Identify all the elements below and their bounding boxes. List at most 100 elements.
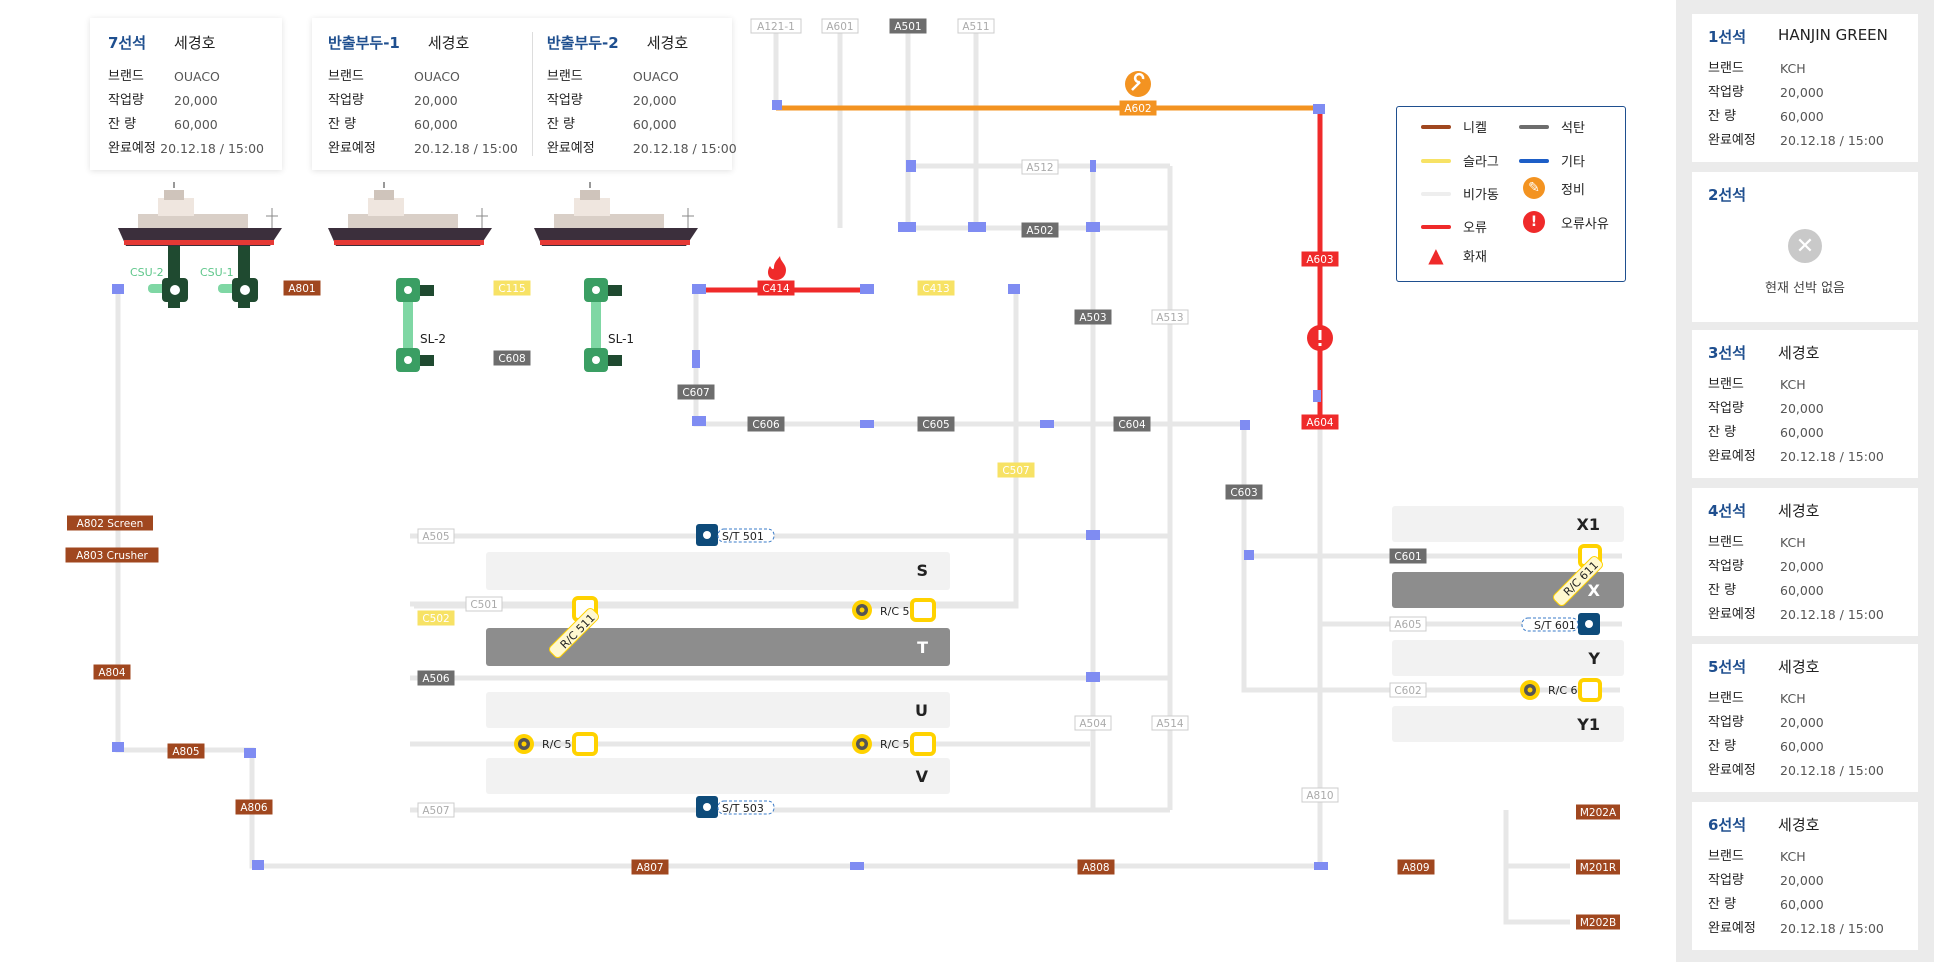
stacker-st601[interactable]: S/T 601 xyxy=(1521,613,1600,635)
conveyor-tag-a602[interactable]: A602 xyxy=(1119,100,1157,116)
conveyor-tag-a802[interactable]: A802 Screen xyxy=(67,515,153,531)
yard-t-label: T xyxy=(917,638,928,657)
legend-label: 정비 xyxy=(1561,182,1585,198)
conveyor-tag-a513[interactable]: A513 xyxy=(1151,309,1189,325)
label: 완료예정 xyxy=(328,141,376,156)
conveyor-tag-a502[interactable]: A502 xyxy=(1021,222,1059,238)
label: 완료예정 xyxy=(108,141,156,156)
yard-y-label: Y xyxy=(1587,649,1600,668)
reclaimer-rc514[interactable]: R/C 514 xyxy=(852,732,936,756)
value: OUACO xyxy=(632,69,679,84)
conveyor-tag-a806[interactable]: A806 xyxy=(235,799,273,815)
legend-label: 비가동 xyxy=(1463,188,1499,203)
conveyor-tag-a808[interactable]: A808 xyxy=(1077,859,1115,875)
conveyor-tag-a514[interactable]: A514 xyxy=(1151,715,1189,731)
conveyor-tag-c413[interactable]: C413 xyxy=(917,280,955,296)
conveyor-tag-c601[interactable]: C601 xyxy=(1389,548,1427,564)
label: 잔 량 xyxy=(108,117,137,132)
conveyor-tag-c607[interactable]: C607 xyxy=(677,384,715,400)
ship-7[interactable] xyxy=(117,181,283,247)
card-title: 반출부두-1 xyxy=(328,34,400,52)
stacker-st503[interactable]: S/T 503 xyxy=(696,796,775,818)
card-title: 7선석 xyxy=(108,34,147,52)
conveyor-tag-a604[interactable]: A604 xyxy=(1301,414,1339,430)
yard-v[interactable] xyxy=(486,758,950,794)
conveyor-tag-c606[interactable]: C606 xyxy=(747,416,785,432)
conveyor-tag-a501[interactable]: A501 xyxy=(889,18,927,34)
card-berth-7[interactable]: 7선석 세경호 브랜드 OUACO 작업량 20,000 잔 량 60,000 완료예정… xyxy=(90,18,282,170)
label: 브랜드 xyxy=(1708,61,1744,76)
conveyor-tag-c608[interactable]: C608 xyxy=(493,350,531,366)
value: 60,000 xyxy=(1780,583,1824,598)
berth-card-5[interactable]: 5선석 세경호 브랜드 KCH 작업량 20,000 잔 량 60,000 완료예정 20… xyxy=(1692,644,1918,792)
error-reason-icon[interactable] xyxy=(1307,325,1333,351)
card-outbound-2[interactable]: 반출부두-2 세경호 브랜드 OUACO 작업량 20,000 잔 량 60,000 완… xyxy=(531,32,751,156)
value: 20.12.18 / 15:00 xyxy=(632,141,737,156)
conveyor-tag-a504[interactable]: A504 xyxy=(1074,715,1112,731)
conveyor-tag-c605[interactable]: C605 xyxy=(917,416,955,432)
ship-loader-sl1[interactable] xyxy=(584,278,622,372)
conveyor-tag-c414[interactable]: C414 xyxy=(757,280,795,296)
conveyor-tag-c604[interactable]: C604 xyxy=(1113,416,1151,432)
conveyor-tag-a512[interactable]: A512 xyxy=(1021,159,1059,175)
berth-card-3[interactable]: 3선석 세경호 브랜드 KCH 작업량 20,000 잔 량 60,000 완료예정 20… xyxy=(1692,330,1918,478)
ship-out-2[interactable] xyxy=(533,181,699,247)
berth-card-2[interactable]: 2선석 ✕ 현재 선박 없음 xyxy=(1692,172,1918,322)
conveyor-tag-a511[interactable]: A511 xyxy=(957,18,995,34)
reclaimer-rc612[interactable]: R/C 612 xyxy=(1520,678,1602,702)
ship-out-1[interactable] xyxy=(327,181,493,247)
conveyor-tag-a807[interactable]: A807 xyxy=(631,859,669,875)
berth-title: 3선석 xyxy=(1708,344,1747,362)
conveyor-tag-a121_1[interactable]: A121-1 xyxy=(750,18,802,34)
maintenance-icon[interactable] xyxy=(1125,71,1151,97)
conveyor-tag-a805[interactable]: A805 xyxy=(167,743,205,759)
legend-swatch xyxy=(1519,124,1549,129)
legend-other: 기타 xyxy=(1519,151,1585,170)
conveyor-tag-m202b[interactable]: M202B xyxy=(1576,914,1620,930)
conveyor-tag-c502[interactable]: C502 xyxy=(417,610,455,626)
wrench-icon: ✎ xyxy=(1523,177,1545,199)
conveyor-tag-a503[interactable]: A503 xyxy=(1074,309,1112,325)
value: 60,000 xyxy=(174,117,218,132)
stacker-st501[interactable]: S/T 501 xyxy=(696,524,775,546)
conveyor-tag-c507[interactable]: C507 xyxy=(997,462,1035,478)
value: 20.12.18 / 15:00 xyxy=(414,141,518,156)
conveyor-tag-c603[interactable]: C603 xyxy=(1225,484,1263,500)
tag-label: M202B xyxy=(1580,917,1616,929)
conveyor-tag-a505[interactable]: A505 xyxy=(417,528,455,544)
value: 20,000 xyxy=(1780,401,1824,416)
label: 완료예정 xyxy=(1708,449,1756,464)
conveyor-tag-a804[interactable]: A804 xyxy=(93,664,131,680)
conveyor-tag-a803[interactable]: A803 Crusher xyxy=(65,547,159,563)
yard-s[interactable] xyxy=(486,552,950,590)
reclaimer-rc513[interactable]: R/C 513 xyxy=(514,732,598,756)
conveyor-tag-a601[interactable]: A601 xyxy=(821,18,859,34)
label: 완료예정 xyxy=(546,141,595,156)
ship-loader-sl2[interactable] xyxy=(396,278,434,372)
tag-label: A502 xyxy=(1026,225,1053,237)
conveyor-tag-a810[interactable]: A810 xyxy=(1301,787,1339,803)
berth-card-1[interactable]: 1선석 HANJIN GREEN 브랜드 KCH 작업량 20,000 잔 량 60,0… xyxy=(1692,14,1918,162)
conveyor-tag-a809[interactable]: A809 xyxy=(1397,859,1435,875)
conveyor-tag-a507[interactable]: A507 xyxy=(417,802,455,818)
conveyor-tag-a506[interactable]: A506 xyxy=(417,670,455,686)
tag-label: A605 xyxy=(1394,619,1421,631)
card-outbound-1[interactable]: 반출부두-1 세경호 브랜드 OUACO 작업량 20,000 잔 량 60,000 완… xyxy=(328,32,532,156)
label: 잔 량 xyxy=(1708,583,1737,598)
junction-markers xyxy=(112,100,1328,870)
berth-card-4[interactable]: 4선석 세경호 브랜드 KCH 작업량 20,000 잔 량 60,000 완료예정 20… xyxy=(1692,488,1918,636)
yard-u[interactable] xyxy=(486,692,950,728)
conveyor-tag-m201r[interactable]: M201R xyxy=(1576,859,1620,875)
conveyor-tag-m202a[interactable]: M202A xyxy=(1576,804,1620,820)
berth-card-6[interactable]: 6선석 세경호 브랜드 KCH 작업량 20,000 잔 량 60,000 완료예정 20… xyxy=(1692,802,1918,950)
conveyor-tag-c602[interactable]: C602 xyxy=(1389,682,1427,698)
conveyor-tag-c115[interactable]: C115 xyxy=(493,280,531,296)
conveyor-tag-c501[interactable]: C501 xyxy=(465,596,503,612)
tag-label: A501 xyxy=(894,21,921,33)
fire-icon[interactable] xyxy=(768,256,786,280)
card-outbound-docks[interactable]: 반출부두-1 세경호 브랜드 OUACO 작업량 20,000 잔 량 60,000 완… xyxy=(312,18,737,170)
conveyor-tag-a605[interactable]: A605 xyxy=(1389,616,1427,632)
conveyor-tag-a801[interactable]: A801 xyxy=(283,280,321,296)
conveyor-tag-a603[interactable]: A603 xyxy=(1301,251,1339,267)
label: 완료예정 xyxy=(1708,921,1756,936)
